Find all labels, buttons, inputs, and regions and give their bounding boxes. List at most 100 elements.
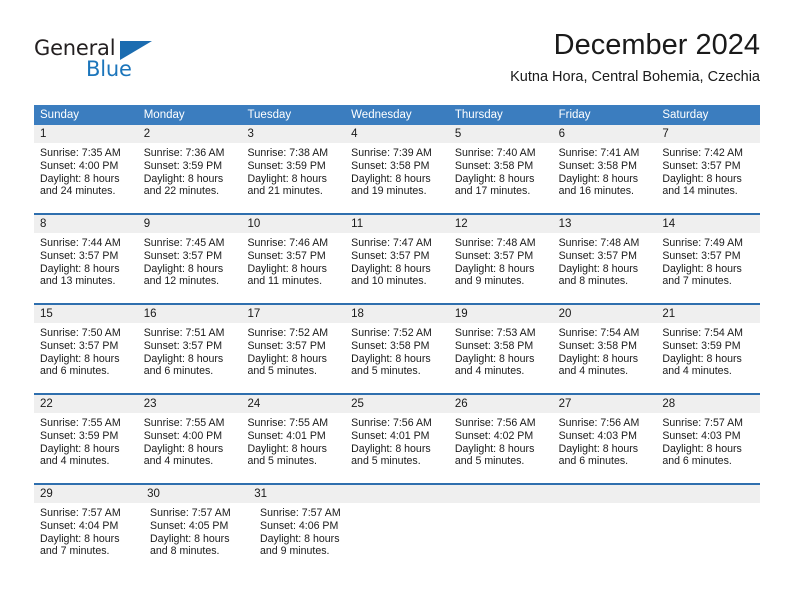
- day-number[interactable]: 15: [34, 305, 138, 323]
- day-daylight2-text: and 22 minutes.: [143, 185, 220, 198]
- day-sunset-text: Sunset: 3:58 PM: [351, 339, 430, 352]
- day-cell[interactable]: Sunrise: 7:45 AM Sunset: 3:57 PM Daylight:…: [138, 233, 242, 295]
- day-number[interactable]: 31: [248, 485, 355, 503]
- day-sunrise-text: Sunrise: 7:55 AM: [247, 417, 329, 429]
- day-sunrise-text: Sunrise: 7:46 AM: [247, 237, 329, 249]
- day-number[interactable]: 6: [553, 125, 657, 143]
- day-number[interactable]: 26: [449, 395, 553, 413]
- day-sunset-text: Sunset: 4:05 PM: [150, 519, 229, 532]
- day-number[interactable]: 8: [34, 215, 138, 233]
- day-cell[interactable]: Sunrise: 7:57 AM Sunset: 4:05 PM Daylight:…: [144, 503, 254, 565]
- day-number[interactable]: 21: [656, 305, 760, 323]
- day-sunset-text: Sunset: 4:00 PM: [40, 159, 119, 172]
- day-number[interactable]: 28: [656, 395, 760, 413]
- day-number[interactable]: 22: [34, 395, 138, 413]
- day-cell[interactable]: Sunrise: 7:55 AM Sunset: 4:00 PM Daylight:…: [138, 413, 242, 475]
- general-blue-logo[interactable]: General Blue: [34, 36, 164, 84]
- day-number[interactable]: 29: [34, 485, 141, 503]
- day-cell[interactable]: Sunrise: 7:48 AM Sunset: 3:57 PM Daylight:…: [449, 233, 553, 295]
- day-daylight1-text: Daylight: 8 hours: [558, 172, 639, 185]
- day-cell[interactable]: Sunrise: 7:55 AM Sunset: 4:01 PM Daylight:…: [241, 413, 345, 475]
- day-sunset-text: Sunset: 4:00 PM: [143, 429, 223, 442]
- empty-day-cell: [364, 503, 463, 565]
- day-sunrise-text: Sunrise: 7:44 AM: [40, 237, 121, 249]
- day-cell[interactable]: Sunrise: 7:44 AM Sunset: 3:57 PM Daylight:…: [34, 233, 138, 295]
- day-cell[interactable]: Sunrise: 7:48 AM Sunset: 3:57 PM Daylight:…: [553, 233, 657, 295]
- day-daylight1-text: Daylight: 8 hours: [454, 442, 535, 455]
- day-number[interactable]: 23: [138, 395, 242, 413]
- day-cell[interactable]: Sunrise: 7:49 AM Sunset: 3:57 PM Daylight:…: [656, 233, 760, 295]
- day-daylight1-text: Daylight: 8 hours: [40, 532, 120, 545]
- day-sunset-text: Sunset: 3:57 PM: [143, 339, 223, 352]
- day-cell[interactable]: Sunrise: 7:35 AM Sunset: 4:00 PM Daylight:…: [34, 143, 138, 205]
- day-cell[interactable]: Sunrise: 7:54 AM Sunset: 3:58 PM Daylight:…: [553, 323, 657, 385]
- day-number[interactable]: 17: [241, 305, 345, 323]
- day-daylight1-text: Daylight: 8 hours: [351, 262, 431, 275]
- day-cell[interactable]: Sunrise: 7:56 AM Sunset: 4:02 PM Daylight:…: [449, 413, 553, 475]
- calendar-week-row: 1 2 3 4 5 6 7 Sunrise: 7:35 AM Sunset: 4:00 PM Da…: [34, 125, 760, 205]
- day-number[interactable]: 9: [138, 215, 242, 233]
- day-cell[interactable]: Sunrise: 7:51 AM Sunset: 3:57 PM Daylight:…: [138, 323, 242, 385]
- day-cell[interactable]: Sunrise: 7:52 AM Sunset: 3:57 PM Daylight:…: [241, 323, 345, 385]
- day-sunrise-text: Sunrise: 7:56 AM: [351, 417, 432, 429]
- day-cell[interactable]: Sunrise: 7:55 AM Sunset: 3:59 PM Daylight:…: [34, 413, 138, 475]
- day-cell[interactable]: Sunrise: 7:57 AM Sunset: 4:03 PM Daylight:…: [656, 413, 760, 475]
- day-cell[interactable]: Sunrise: 7:54 AM Sunset: 3:59 PM Daylight:…: [656, 323, 760, 385]
- day-number[interactable]: 12: [449, 215, 553, 233]
- day-daylight1-text: Daylight: 8 hours: [143, 352, 224, 365]
- day-daylight1-text: Daylight: 8 hours: [40, 262, 120, 275]
- day-daylight2-text: and 4 minutes.: [40, 455, 110, 468]
- day-number[interactable]: 16: [138, 305, 242, 323]
- day-sunset-text: Sunset: 4:06 PM: [260, 519, 339, 532]
- empty-day-cell: [562, 503, 661, 565]
- day-number[interactable]: 3: [241, 125, 345, 143]
- day-cell[interactable]: Sunrise: 7:47 AM Sunset: 3:57 PM Daylight:…: [345, 233, 449, 295]
- day-cell[interactable]: Sunrise: 7:38 AM Sunset: 3:59 PM Daylight:…: [241, 143, 345, 205]
- day-daylight2-text: and 6 minutes.: [40, 365, 110, 378]
- day-cell[interactable]: Sunrise: 7:53 AM Sunset: 3:58 PM Daylight:…: [449, 323, 553, 385]
- day-number[interactable]: 25: [345, 395, 449, 413]
- day-cell[interactable]: Sunrise: 7:52 AM Sunset: 3:58 PM Daylight:…: [345, 323, 449, 385]
- day-number[interactable]: 24: [241, 395, 345, 413]
- day-number[interactable]: 7: [656, 125, 760, 143]
- day-number[interactable]: 13: [553, 215, 657, 233]
- day-cell[interactable]: Sunrise: 7:50 AM Sunset: 3:57 PM Daylight:…: [34, 323, 138, 385]
- day-number[interactable]: 14: [656, 215, 760, 233]
- day-number[interactable]: 4: [345, 125, 449, 143]
- day-number[interactable]: 18: [345, 305, 449, 323]
- day-cell[interactable]: Sunrise: 7:57 AM Sunset: 4:04 PM Daylight:…: [34, 503, 144, 565]
- day-sunset-text: Sunset: 3:57 PM: [40, 249, 119, 262]
- day-cell[interactable]: Sunrise: 7:56 AM Sunset: 4:03 PM Daylight:…: [553, 413, 657, 475]
- day-number[interactable]: 19: [449, 305, 553, 323]
- day-number[interactable]: 5: [449, 125, 553, 143]
- day-cell[interactable]: Sunrise: 7:56 AM Sunset: 4:01 PM Daylight:…: [345, 413, 449, 475]
- day-cell[interactable]: Sunrise: 7:36 AM Sunset: 3:59 PM Daylight:…: [138, 143, 242, 205]
- day-daylight2-text: and 19 minutes.: [351, 185, 427, 198]
- day-sunset-text: Sunset: 3:59 PM: [662, 339, 741, 352]
- week-day-details: Sunrise: 7:55 AM Sunset: 3:59 PM Daylight:…: [34, 413, 760, 475]
- day-number[interactable]: 27: [553, 395, 657, 413]
- day-daylight2-text: and 4 minutes.: [143, 455, 214, 468]
- day-number[interactable]: 1: [34, 125, 138, 143]
- day-number[interactable]: 20: [553, 305, 657, 323]
- day-cell[interactable]: Sunrise: 7:46 AM Sunset: 3:57 PM Daylight:…: [241, 233, 345, 295]
- day-cell[interactable]: Sunrise: 7:40 AM Sunset: 3:58 PM Daylight:…: [449, 143, 553, 205]
- day-cell[interactable]: Sunrise: 7:41 AM Sunset: 3:58 PM Daylight:…: [553, 143, 657, 205]
- day-cell[interactable]: Sunrise: 7:42 AM Sunset: 3:57 PM Daylight:…: [656, 143, 760, 205]
- day-cell[interactable]: Sunrise: 7:39 AM Sunset: 3:58 PM Daylight:…: [345, 143, 449, 205]
- day-number[interactable]: 30: [141, 485, 248, 503]
- day-cell[interactable]: Sunrise: 7:57 AM Sunset: 4:06 PM Daylight:…: [254, 503, 364, 565]
- day-daylight2-text: and 12 minutes.: [143, 275, 220, 288]
- day-sunset-text: Sunset: 3:58 PM: [454, 159, 534, 172]
- day-daylight1-text: Daylight: 8 hours: [247, 352, 327, 365]
- day-number[interactable]: 10: [241, 215, 345, 233]
- day-daylight2-text: and 16 minutes.: [558, 185, 634, 198]
- day-daylight2-text: and 5 minutes.: [351, 455, 421, 468]
- day-number[interactable]: 2: [138, 125, 242, 143]
- day-sunrise-text: Sunrise: 7:55 AM: [40, 417, 121, 429]
- day-number[interactable]: 11: [345, 215, 449, 233]
- logo-text-blue: Blue: [86, 57, 132, 81]
- day-daylight2-text: and 9 minutes.: [454, 275, 525, 288]
- empty-day-number: [659, 485, 760, 503]
- day-daylight1-text: Daylight: 8 hours: [247, 172, 327, 185]
